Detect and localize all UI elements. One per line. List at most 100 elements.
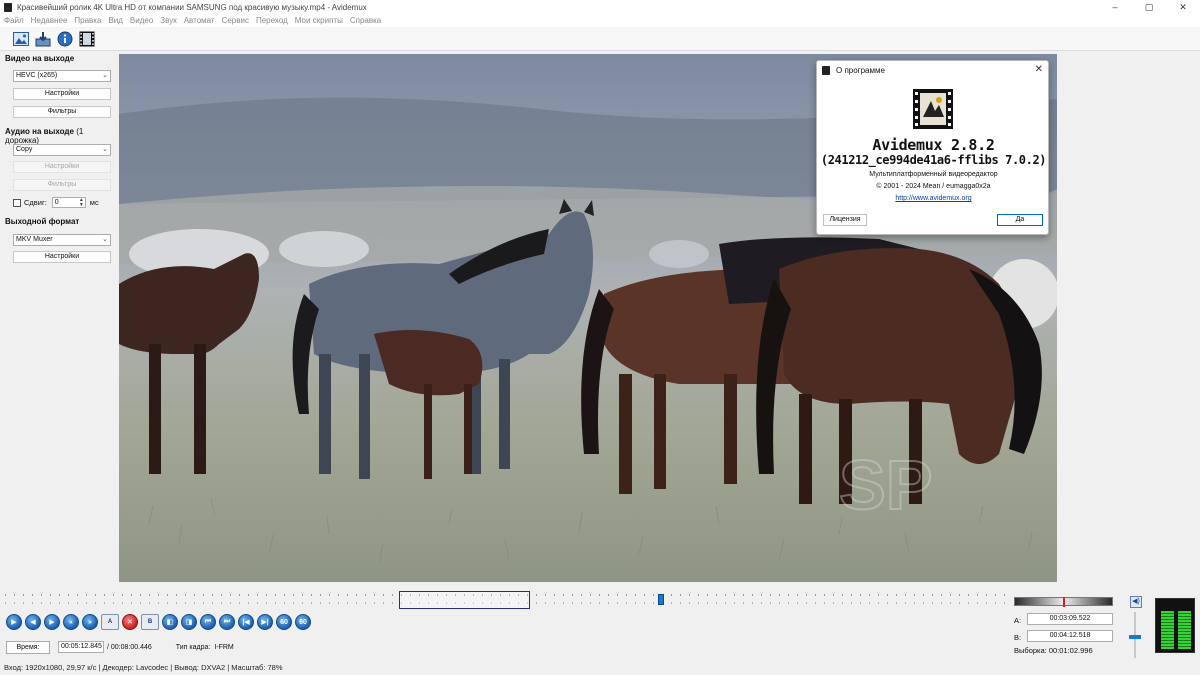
mark-b-button[interactable]: B [141,614,159,630]
audio-level-meter [1155,598,1195,653]
about-build-info: (241212_ce994de41a6-fflibs 7.0.2) [820,153,1047,167]
about-website-link[interactable]: http://www.avidemux.org [817,195,1050,202]
muxer-settings-button[interactable]: Настройки [13,251,111,263]
film-strip-icon[interactable] [78,30,95,47]
speaker-icon[interactable]: ◀) [1130,596,1142,608]
marker-b-field[interactable]: 00:04:12.518 [1027,630,1113,642]
selection-duration: Выборка: 00:01:02.996 [1014,646,1093,655]
title-bar: Красивейший ролик 4K Ultra HD от компани… [0,0,1200,14]
window-controls: – ▢ ✕ [1098,0,1200,14]
menu-audio[interactable]: Звук [160,16,176,25]
menu-auto[interactable]: Автомат [184,16,215,25]
about-dialog-header: О программе [817,61,1048,79]
video-settings-button[interactable]: Настройки [13,88,111,100]
marker-a-label: A: [1014,616,1022,625]
menu-view[interactable]: Вид [108,16,122,25]
last-frame-icon[interactable]: ▶| [257,614,273,630]
rewind-icon[interactable]: ◀ [25,614,41,630]
current-time-field[interactable]: 00:05:12.845 [58,641,104,653]
next-frame-icon[interactable]: » [82,614,98,630]
menu-recent[interactable]: Недавнее [31,16,68,25]
left-panel: Видео на выходе HEVC (x265) ⌄ Настройки … [0,52,118,582]
first-frame-icon[interactable]: |◀ [238,614,254,630]
volume-slider-handle[interactable] [1129,635,1141,639]
selection-value: 00:01:02.996 [1048,646,1093,655]
audio-output-label: Аудио на выходе [5,127,74,136]
forward-60s-icon[interactable]: 60 [295,614,311,630]
muxer-select[interactable]: MKV Muxer ⌄ [13,234,111,246]
avidemux-app-icon [822,65,830,75]
output-format-title: Выходной формат [5,217,80,226]
about-copyright: © 2001 - 2024 Mean / eumagga0x2a [876,183,991,190]
jog-marker [1063,597,1065,607]
menu-tools[interactable]: Сервис [222,16,249,25]
time-bar: Время: 00:05:12.845 / 00:08:00.446 Тип к… [6,640,234,654]
ok-button[interactable]: Да [997,214,1043,226]
menu-file[interactable]: Файл [4,16,24,25]
avidemux-app-icon [4,2,12,12]
back-60s-icon[interactable]: 60 [276,614,292,630]
license-button[interactable]: Лицензия [823,214,867,226]
audio-codec-value: Copy [16,146,33,153]
muxer-value: MKV Muxer [16,236,53,243]
selection-panel: A: 00:03:09.522 B: 00:04:12.518 Выборка:… [1014,596,1200,675]
menu-help[interactable]: Справка [350,16,381,25]
open-image-icon[interactable] [12,30,29,47]
jog-shuttle[interactable] [1014,597,1113,607]
about-app-name: Avidemux 2.8.2 [872,136,995,154]
delete-selection-icon[interactable]: ✕ [122,614,138,630]
previous-black-frame-icon[interactable]: ◧ [162,614,178,630]
menu-edit[interactable]: Правка [74,16,101,25]
save-icon[interactable] [34,30,51,47]
video-codec-select[interactable]: HEVC (x265) ⌄ [13,70,111,82]
close-window-button[interactable]: ✕ [1166,0,1200,14]
forward-icon[interactable]: ▶ [44,614,60,630]
close-icon[interactable]: ✕ [1035,64,1043,75]
frame-type-label: Тип кадра: [175,643,211,651]
window-title: Красивейший ролик 4K Ultra HD от компани… [17,2,367,12]
video-filters-button[interactable]: Фильтры [13,106,111,118]
play-icon[interactable]: ▶ [6,614,22,630]
about-dialog: О программе ✕ Avidemux 2.8.2 (241212_ce9… [816,60,1049,235]
audio-shift-label: Сдвиг: [24,198,47,207]
menu-custom-scripts[interactable]: Мои скрипты [295,16,343,25]
frame-type-value: I-FRM [214,643,234,651]
chevron-down-icon: ⌄ [102,236,108,243]
selection-label: Выборка: [1014,646,1047,655]
audio-shift-row: Сдвиг: 0 ▲ ▼ мс [13,197,99,208]
marker-a-field[interactable]: 00:03:09.522 [1027,613,1113,625]
maximize-button[interactable]: ▢ [1132,0,1166,14]
timeline-cursor[interactable] [658,594,664,605]
watermark-logo: SP [839,446,932,524]
audio-filters-button[interactable]: Фильтры [13,179,111,191]
previous-frame-icon[interactable]: « [63,614,79,630]
avidemux-logo-icon [913,89,953,129]
mark-a-button[interactable]: A [101,614,119,630]
timeline-slider[interactable] [5,585,1010,609]
spinner-arrows-icon[interactable]: ▲ ▼ [79,198,84,208]
status-bar: Вход: 1920x1080, 29,97 к/с | Декодер: La… [4,663,283,672]
about-dialog-title: О программе [836,65,885,75]
info-icon[interactable] [56,30,73,47]
timeline-selection-range[interactable] [399,591,530,609]
previous-keyframe-icon[interactable]: ⏮ [200,614,216,630]
mark-b-label: B [147,619,153,625]
next-keyframe-icon[interactable]: ⏭ [219,614,235,630]
audio-codec-select[interactable]: Copy ⌄ [13,144,111,156]
video-codec-value: HEVC (x265) [16,72,58,79]
time-button[interactable]: Время: [6,640,50,654]
mark-a-label: A [107,619,113,625]
video-output-title: Видео на выходе [5,54,75,63]
next-black-frame-icon[interactable]: ◨ [181,614,197,630]
minimize-button[interactable]: – [1098,0,1132,14]
audio-settings-button[interactable]: Настройки [13,161,111,173]
toolbar [0,27,1200,51]
chevron-down-icon: ⌄ [102,72,108,79]
audio-shift-checkbox[interactable] [13,198,21,207]
about-description: Мультиплатформенный видеоредактор [869,171,998,178]
menu-go[interactable]: Переход [256,16,288,25]
playback-controls: ▶ ◀ ▶ « » A ✕ B ◧ ◨ ⏮ ⏭ |◀ ▶| 60 60 [6,614,311,630]
audio-shift-input[interactable]: 0 ▲ ▼ [51,197,86,208]
audio-shift-value: 0 [54,199,59,206]
menu-video[interactable]: Видео [130,16,153,25]
